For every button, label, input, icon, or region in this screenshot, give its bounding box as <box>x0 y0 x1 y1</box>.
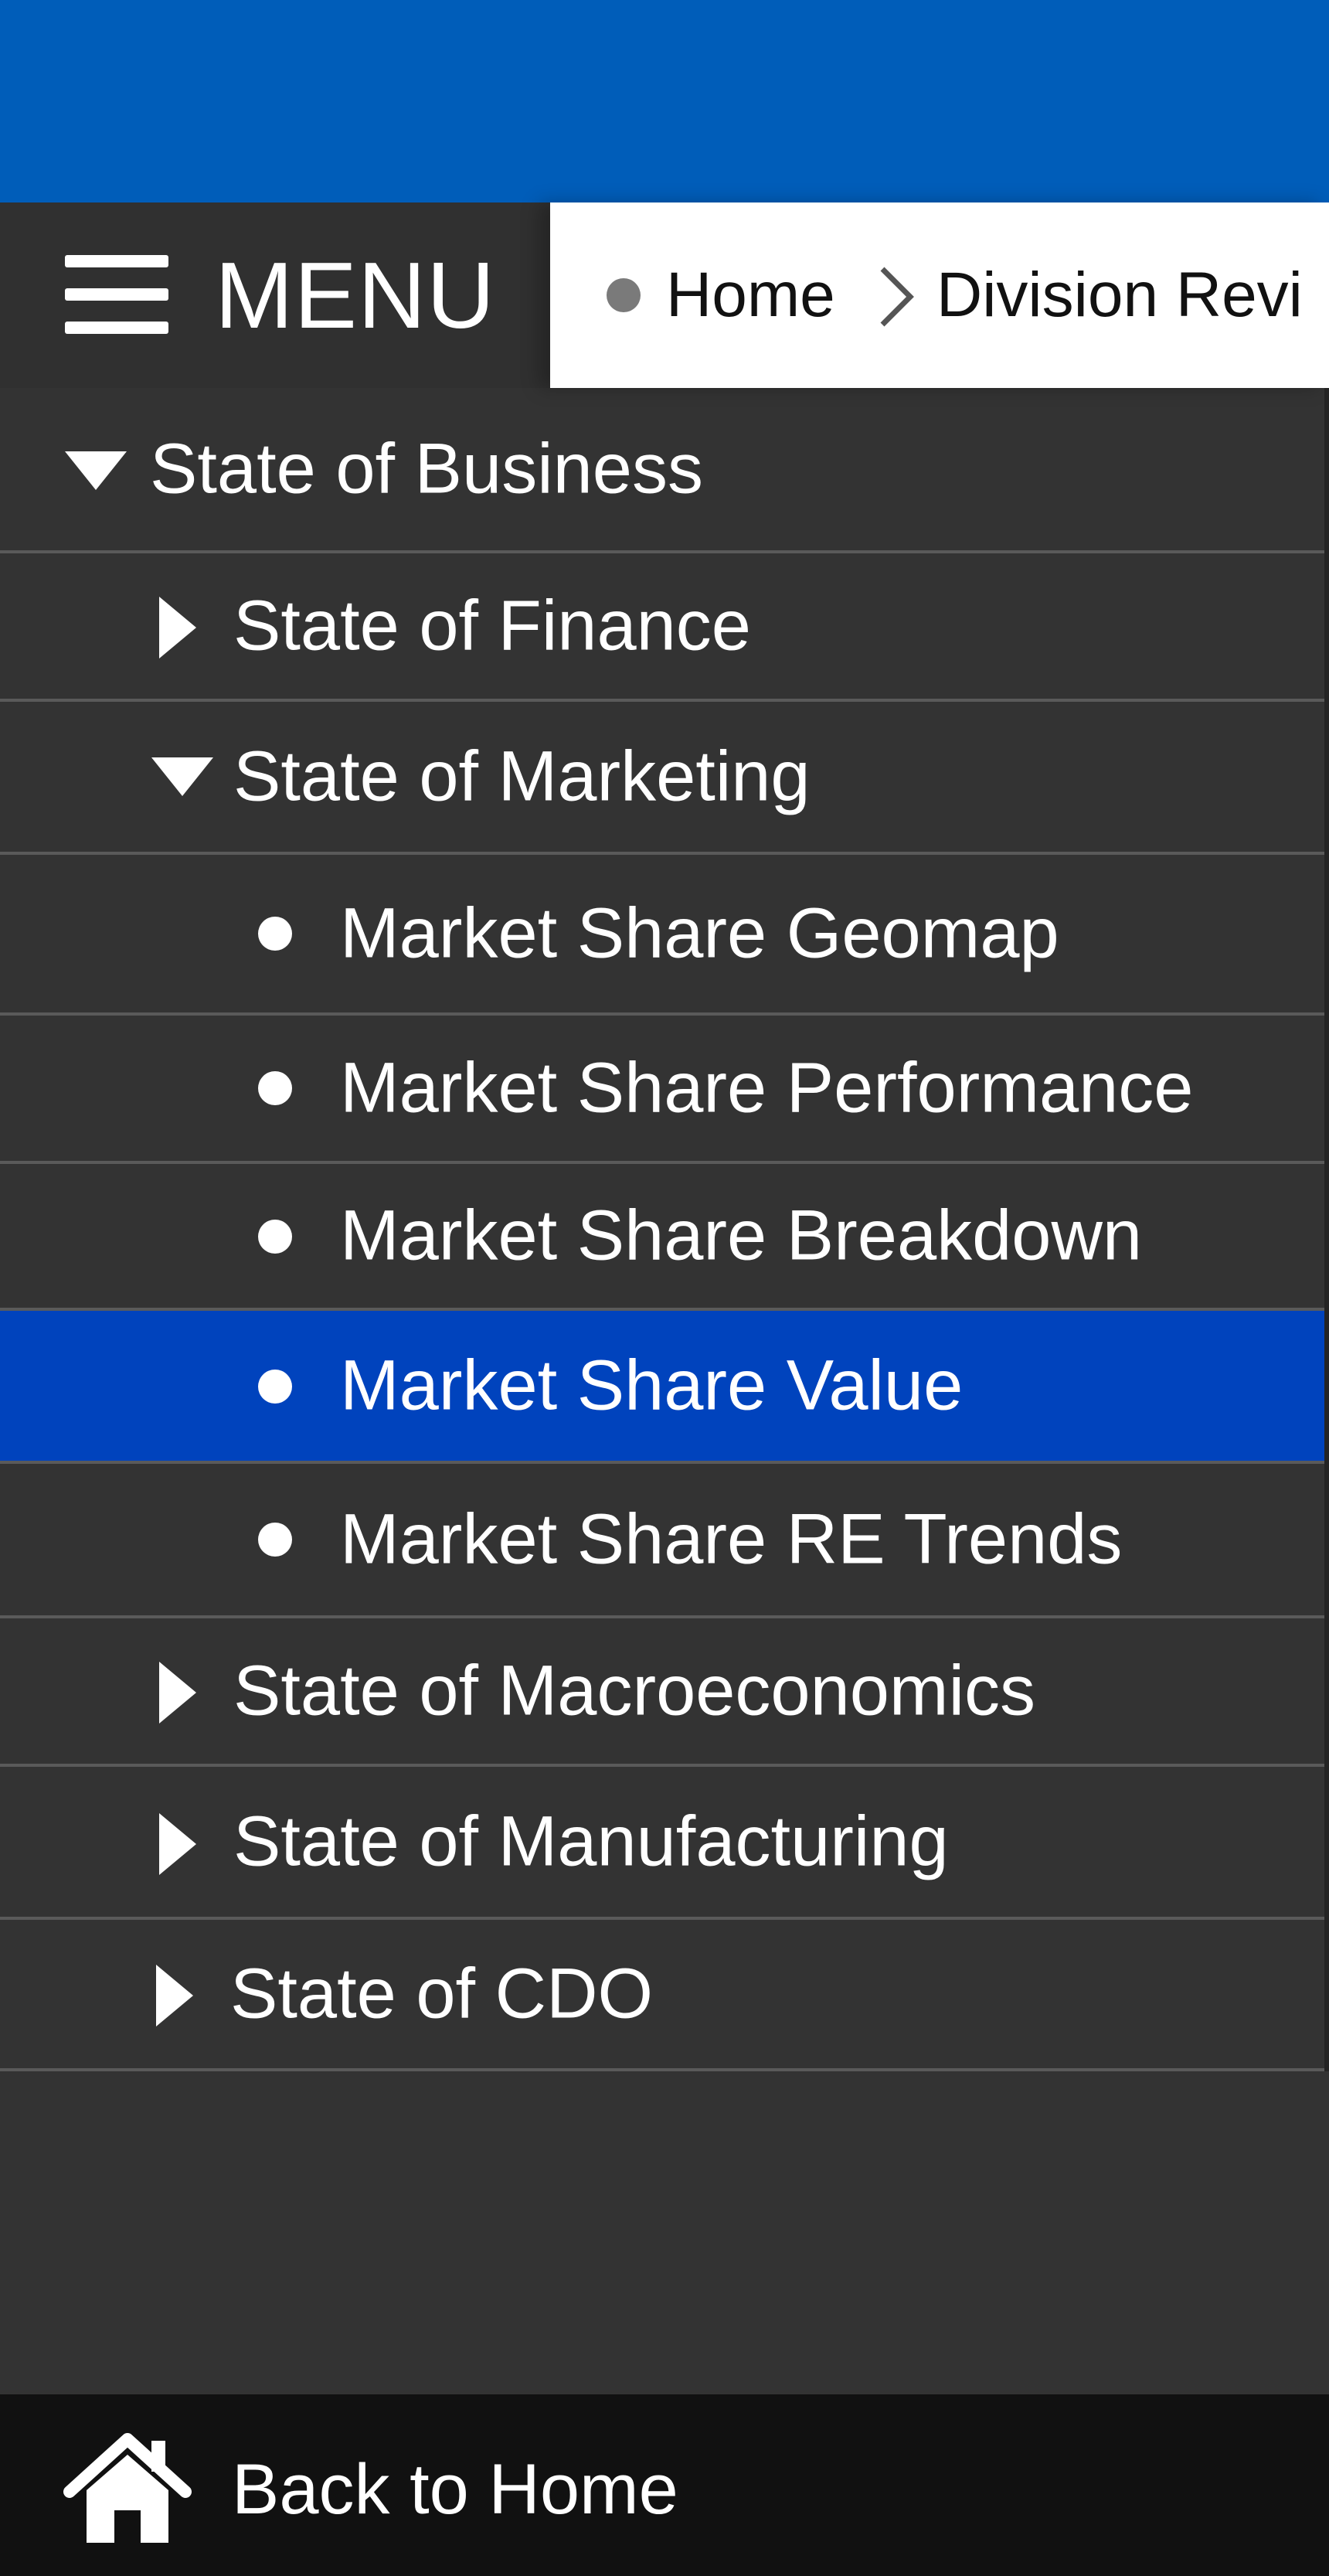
nav-section-state-of-business[interactable]: State of Business <box>0 388 1324 553</box>
nav-item-label: State of Manufacturing <box>233 1802 949 1881</box>
nav-item-label: State of Macroeconomics <box>233 1651 1036 1730</box>
house-icon <box>63 2433 192 2543</box>
nav-item-state-of-macroeconomics[interactable]: State of Macroeconomics <box>0 1618 1324 1767</box>
nav-item-state-of-cdo[interactable]: State of CDO <box>0 1920 1324 2071</box>
bullet-icon <box>258 917 292 951</box>
back-to-home-button[interactable]: Back to Home <box>0 2394 1329 2576</box>
breadcrumb-dot-icon <box>607 278 641 312</box>
nav-item-market-share-geomap[interactable]: Market Share Geomap <box>0 855 1324 1016</box>
nav-item-label: State of Finance <box>233 586 751 665</box>
bullet-icon <box>258 1220 292 1254</box>
top-header-bar <box>0 0 1329 202</box>
nav-item-market-share-value[interactable]: Market Share Value <box>0 1311 1324 1464</box>
sidebar-nav: State of Business State of Finance State… <box>0 388 1329 2071</box>
caret-right-icon <box>159 1813 196 1875</box>
nav-item-label: Market Share Geomap <box>340 893 1059 973</box>
caret-down-icon <box>151 757 213 796</box>
menu-label: MENU <box>215 243 496 348</box>
nav-item-market-share-performance[interactable]: Market Share Performance <box>0 1016 1324 1164</box>
caret-right-icon <box>156 1965 193 2026</box>
breadcrumb-home-link[interactable]: Home <box>666 257 835 334</box>
hamburger-icon <box>65 255 168 334</box>
nav-item-market-share-re-trends[interactable]: Market Share RE Trends <box>0 1464 1324 1618</box>
bullet-icon <box>258 1370 292 1404</box>
breadcrumb-current-link[interactable]: Division Revi <box>936 257 1303 334</box>
nav-item-label: Market Share Performance <box>340 1048 1194 1128</box>
bullet-icon <box>258 1071 292 1105</box>
caret-down-icon <box>65 451 127 490</box>
nav-item-state-of-marketing[interactable]: State of Marketing <box>0 702 1324 855</box>
breadcrumb: Home Division Revi <box>550 202 1329 388</box>
menu-toggle-button[interactable]: MENU <box>0 202 550 388</box>
chevron-right-icon <box>880 267 914 327</box>
nav-item-state-of-finance[interactable]: State of Finance <box>0 553 1324 702</box>
nav-item-market-share-breakdown[interactable]: Market Share Breakdown <box>0 1164 1324 1311</box>
nav-item-label: State of Marketing <box>233 737 811 816</box>
bullet-icon <box>258 1523 292 1557</box>
nav-item-state-of-manufacturing[interactable]: State of Manufacturing <box>0 1767 1324 1920</box>
nav-item-label: State of CDO <box>230 1954 654 2033</box>
back-to-home-label: Back to Home <box>232 2450 678 2529</box>
caret-right-icon <box>159 597 196 658</box>
nav-item-label: Market Share RE Trends <box>340 1499 1123 1579</box>
nav-section-label: State of Business <box>150 429 703 509</box>
caret-right-icon <box>159 1662 196 1724</box>
nav-item-label: Market Share Breakdown <box>340 1196 1143 1275</box>
nav-item-label: Market Share Value <box>340 1346 964 1425</box>
